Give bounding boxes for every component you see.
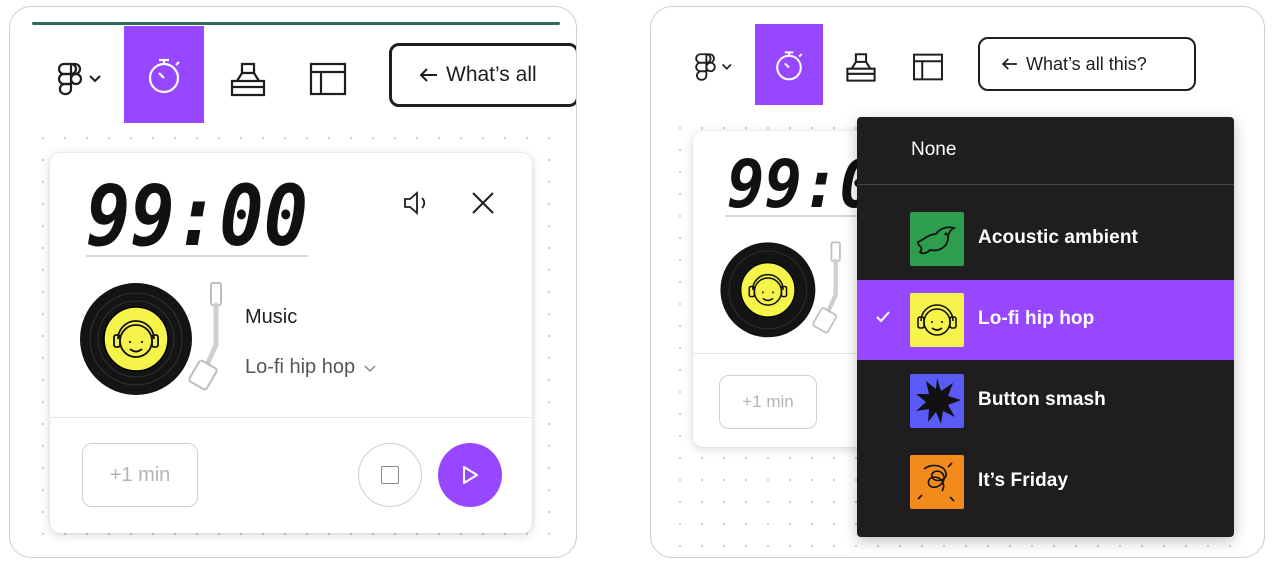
scribble-dancer-icon	[917, 462, 955, 502]
menu-separator	[857, 184, 1234, 185]
vinyl-record-lofi-icon	[80, 282, 222, 395]
speaker-icon[interactable]	[403, 191, 433, 215]
layout-tool-button[interactable]	[895, 29, 961, 105]
menu-item-label: Acoustic ambient	[978, 227, 1138, 248]
its-friday-thumbnail	[910, 455, 964, 509]
music-dropdown-menu: None Acoustic ambient Lo-fi hip hop Butt…	[857, 117, 1234, 537]
arrow-left-icon	[1002, 58, 1017, 70]
table-layout-icon	[913, 53, 943, 81]
add-minute-button[interactable]: +1 min	[82, 443, 198, 507]
table-layout-icon	[309, 62, 347, 96]
menu-item-label: It’s Friday	[978, 470, 1069, 491]
headphones-face-icon	[917, 304, 957, 336]
timer-music-menu-panel: What’s all this? 99:0 +1 min None	[650, 6, 1265, 558]
svg-text:99:00: 99:00	[86, 175, 308, 255]
card-divider	[50, 417, 532, 418]
burst-icon	[916, 378, 961, 424]
checkmark-icon	[876, 311, 890, 323]
acoustic-ambient-thumbnail	[910, 212, 964, 266]
figma-logo-icon	[695, 53, 732, 81]
menu-item-acoustic-ambient[interactable]: Acoustic ambient	[857, 199, 1234, 279]
top-accent-line	[32, 22, 560, 25]
timer-time-display: 99:0	[727, 151, 857, 215]
menu-item-button-smash[interactable]: Button smash	[857, 361, 1234, 441]
music-track-select[interactable]: Lo-fi hip hop	[245, 356, 377, 379]
lofi-hip-hop-thumbnail	[910, 293, 964, 347]
voting-tool-button[interactable]	[208, 35, 288, 123]
menu-item-lofi-hip-hop[interactable]: Lo-fi hip hop	[857, 280, 1234, 360]
play-icon	[463, 466, 478, 484]
close-icon[interactable]	[470, 190, 496, 216]
bird-icon	[917, 226, 957, 255]
svg-text:99:0: 99:0	[727, 151, 857, 215]
track-name: Lo-fi hip hop	[245, 356, 356, 378]
menu-item-label: Button smash	[978, 389, 1106, 410]
voting-tool-button[interactable]	[827, 29, 895, 105]
button-smash-thumbnail	[910, 374, 964, 428]
stopwatch-icon	[776, 50, 803, 80]
stop-square-icon	[381, 466, 399, 484]
vinyl-record-lofi-icon	[720, 241, 841, 338]
whats-all-this-label: What’s all this?	[1026, 53, 1147, 74]
play-button[interactable]	[438, 443, 502, 507]
figma-menu-button[interactable]	[36, 35, 124, 123]
music-label: Music	[245, 306, 298, 328]
menu-item-label: Lo-fi hip hop	[978, 308, 1095, 329]
ballot-box-icon	[846, 53, 876, 82]
whats-all-this-label: What’s all	[446, 63, 537, 86]
menu-item-its-friday[interactable]: It’s Friday	[857, 442, 1234, 522]
timer-tool-button[interactable]	[755, 24, 823, 105]
stopwatch-icon	[148, 58, 180, 93]
whats-all-this-button[interactable]: What’s all	[389, 43, 576, 107]
whats-all-this-button[interactable]: What’s all this?	[978, 37, 1196, 91]
menu-item-none[interactable]: None	[911, 139, 956, 161]
timer-card: 99:00 Music Lo-fi hip hop +1 min	[50, 153, 532, 533]
timer-widget-panel: What’s all 99:00 Music Lo-fi hip hop +1 …	[9, 6, 577, 558]
chevron-down-icon	[364, 364, 376, 372]
time-underline	[86, 255, 308, 257]
stop-button[interactable]	[358, 443, 422, 507]
figma-menu-button[interactable]	[677, 29, 751, 105]
timer-tool-button[interactable]	[124, 26, 204, 123]
add-minute-button[interactable]: +1 min	[719, 375, 817, 429]
ballot-box-icon	[230, 62, 266, 97]
timer-time-display: 99:00	[86, 175, 308, 255]
layout-tool-button[interactable]	[288, 35, 368, 123]
figma-logo-icon	[57, 62, 101, 96]
arrow-left-icon	[420, 68, 437, 82]
